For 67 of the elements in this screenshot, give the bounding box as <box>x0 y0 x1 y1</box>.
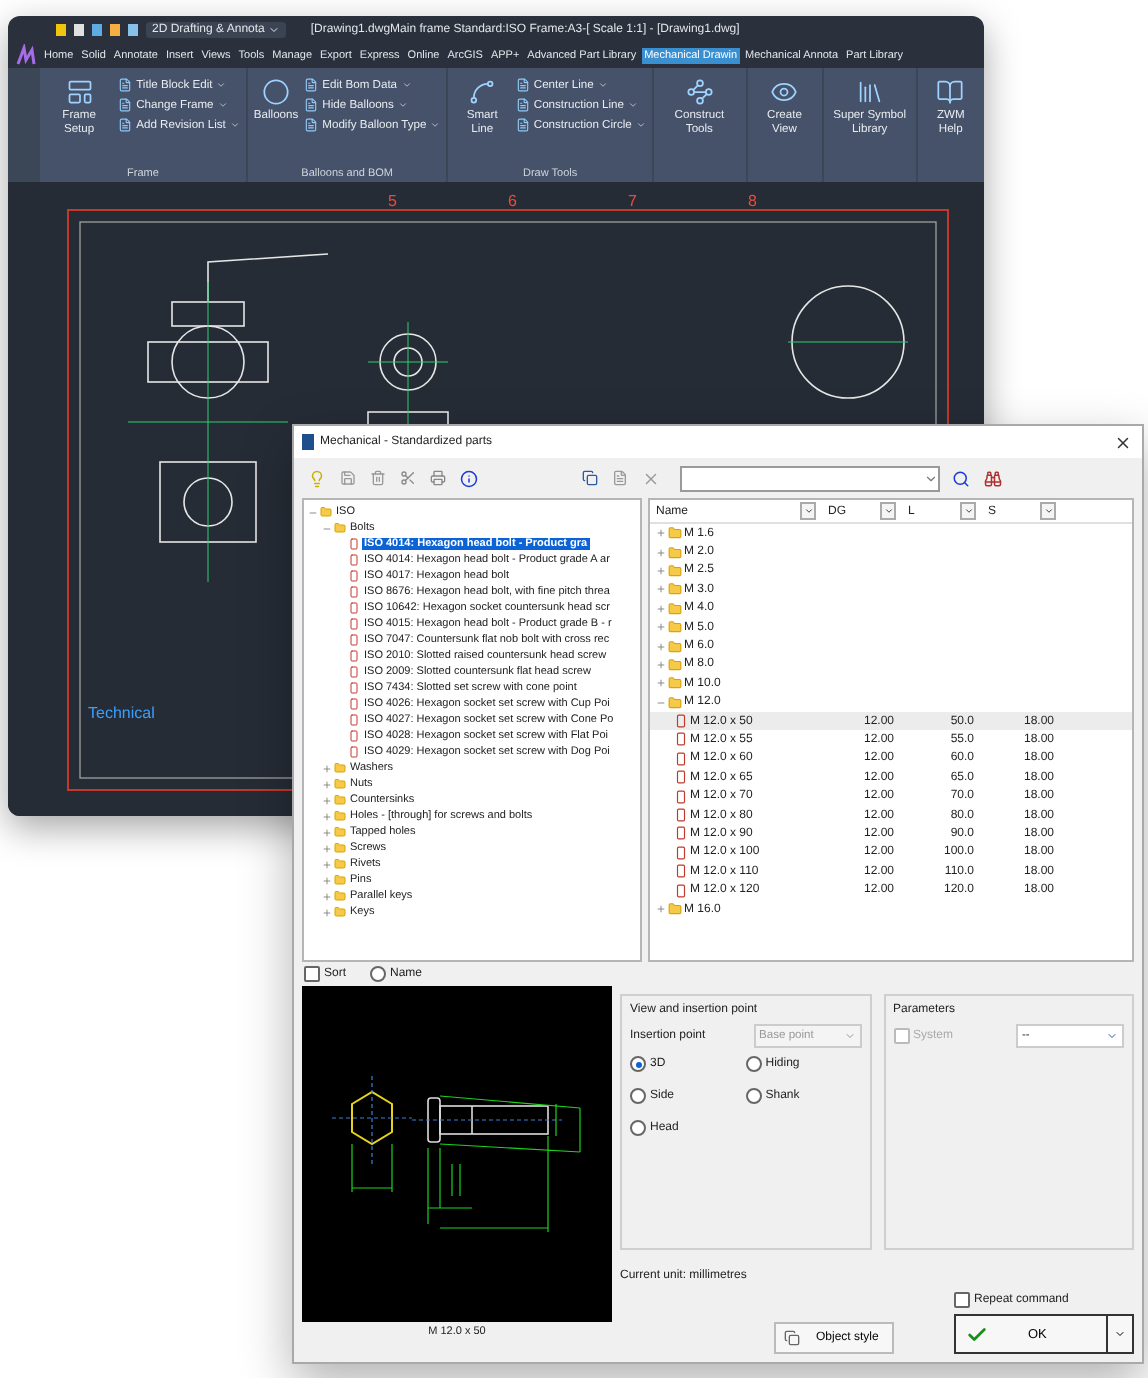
document-icon <box>612 470 628 486</box>
document-icon <box>118 78 133 93</box>
folder-icon <box>334 522 346 534</box>
folder-icon <box>668 601 682 616</box>
caret-icon <box>430 120 441 131</box>
folder-icon <box>334 778 346 790</box>
balloon-icon <box>262 78 291 107</box>
folder-icon <box>668 676 682 691</box>
toolbar-button[interactable] <box>428 468 448 488</box>
caret-icon <box>1106 1030 1118 1042</box>
info-icon <box>460 469 478 487</box>
printer-icon <box>430 470 446 486</box>
folder-icon <box>334 858 346 870</box>
folder-icon <box>668 563 682 578</box>
check-icon <box>966 1323 988 1345</box>
folder-icon <box>668 695 682 710</box>
binoculars-icon <box>984 469 1002 487</box>
frame-icon <box>65 78 94 107</box>
document-icon <box>304 98 319 113</box>
document-icon <box>304 118 319 133</box>
document-icon <box>515 78 530 93</box>
toolbar-button[interactable] <box>458 467 480 489</box>
caret-icon <box>268 24 281 37</box>
folder-icon <box>334 762 346 774</box>
copy-icon <box>784 1330 800 1346</box>
folder-icon <box>668 620 682 635</box>
caret-icon <box>924 471 938 485</box>
caret-icon <box>843 1030 855 1042</box>
folder-icon <box>668 526 682 541</box>
folder-icon <box>334 842 346 854</box>
scissors-icon <box>400 470 416 486</box>
app-icon <box>302 434 314 450</box>
folder-icon <box>320 506 332 518</box>
document-icon <box>118 98 133 113</box>
toolbar-button[interactable] <box>580 468 600 488</box>
find-button[interactable] <box>982 467 1004 489</box>
folder-icon <box>334 826 346 838</box>
copy-icon <box>582 470 598 486</box>
save-icon <box>340 470 356 486</box>
caret-icon <box>597 80 608 91</box>
folder-icon <box>668 657 682 672</box>
folder-icon <box>334 810 346 822</box>
folder-icon <box>668 582 682 597</box>
eye-icon <box>770 78 799 107</box>
trash-icon <box>370 470 386 486</box>
app-logo-icon <box>14 44 38 69</box>
document-icon <box>515 118 530 133</box>
library-icon <box>855 78 884 107</box>
folder-icon <box>334 906 346 918</box>
folder-icon <box>668 902 682 916</box>
folder-icon <box>334 890 346 902</box>
construct-icon <box>685 78 714 107</box>
curve-icon <box>468 78 497 107</box>
toolbar-button[interactable] <box>398 468 418 488</box>
document-icon <box>118 118 133 133</box>
document-icon <box>515 98 530 113</box>
bulb-icon <box>308 469 326 487</box>
help-icon <box>936 78 965 107</box>
folder-icon <box>334 794 346 806</box>
search-button[interactable] <box>950 467 972 489</box>
document-icon <box>304 78 319 93</box>
search-field[interactable] <box>680 465 940 491</box>
folder-icon <box>668 639 682 654</box>
folder-icon <box>334 874 346 886</box>
search-icon <box>952 469 970 487</box>
folder-icon <box>668 545 682 560</box>
close-icon <box>642 469 660 487</box>
